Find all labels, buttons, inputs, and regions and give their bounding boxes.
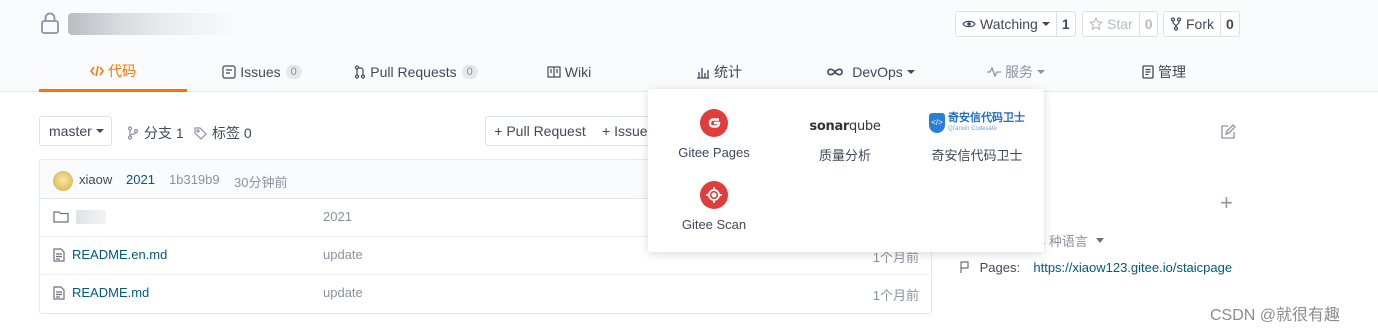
- file-icon: [53, 248, 65, 265]
- document-icon: [1142, 65, 1154, 79]
- tab-code[interactable]: 代码: [39, 52, 187, 92]
- menu-item-label: 质量分析: [818, 148, 871, 163]
- file-name[interactable]: README.md: [72, 285, 149, 300]
- qianxin-logo-cn: 奇安信代码卫士: [948, 112, 1025, 124]
- tag-icon: [194, 126, 207, 140]
- qianxin-logo: </> 奇安信代码卫士 Qi'anxin Codesafe: [929, 112, 1025, 133]
- code-icon: [90, 65, 104, 77]
- sonarqube-logo-text: sonarqube: [809, 119, 881, 134]
- languages-label: 4 种语言: [1038, 234, 1088, 249]
- star-icon: [1089, 17, 1103, 31]
- tab-label: 管理: [1158, 64, 1186, 80]
- qianxin-logo-en: Qi'anxin Codesafe: [948, 126, 997, 132]
- fork-count: 0: [1220, 12, 1239, 36]
- tab-label: 服务: [1005, 64, 1033, 80]
- lock-icon: [39, 12, 61, 34]
- branch-icon: [127, 126, 139, 140]
- pages-info: Pages: https://xiaow123.gitee.io/staicpa…: [960, 258, 1250, 279]
- folder-name-redacted: [76, 210, 106, 224]
- flag-icon: [960, 260, 970, 279]
- star-label: Star: [1107, 16, 1133, 32]
- tab-label: Wiki: [564, 64, 592, 80]
- issues-icon: [222, 65, 236, 79]
- tab-label: DevOps: [852, 64, 903, 80]
- file-icon: [53, 286, 65, 303]
- pages-label: Pages:: [979, 260, 1021, 275]
- repo-header: Watching 1 Star 0 Fork 0 代码 Issues 0 Pul…: [0, 0, 1378, 92]
- gitee-pages-icon: [700, 109, 728, 137]
- fork-label: Fork: [1186, 16, 1214, 32]
- edit-icon[interactable]: [1220, 124, 1236, 143]
- commit-time: 30分钟前: [234, 175, 288, 190]
- file-commit-message[interactable]: 2021: [323, 209, 352, 224]
- tab-wiki[interactable]: Wiki: [544, 52, 594, 92]
- chevron-down-icon: [1041, 22, 1050, 26]
- pulse-icon: [987, 67, 1001, 77]
- menu-item-qianxin-codesafe[interactable]: </> 奇安信代码卫士 Qi'anxin Codesafe 奇安信代码卫士: [912, 109, 1042, 179]
- file-commit-message[interactable]: update: [323, 247, 363, 262]
- watermark: CSDN @就很有趣: [1210, 307, 1341, 324]
- tab-issues[interactable]: Issues 0: [222, 52, 302, 92]
- star-count: 0: [1138, 12, 1158, 36]
- chevron-down-icon: [1095, 238, 1104, 243]
- watch-count: 1: [1055, 12, 1075, 36]
- sonarqube-logo: sonarqube: [809, 117, 880, 134]
- menu-item-quality-analysis[interactable]: sonarqube 质量分析: [780, 109, 910, 179]
- tab-label: 代码: [108, 62, 136, 79]
- file-commit-message[interactable]: update: [323, 285, 363, 300]
- tab-services[interactable]: 服务: [985, 52, 1047, 92]
- infinity-icon: [825, 67, 845, 77]
- pull-request-icon: [354, 65, 366, 79]
- watch-label: Watching: [980, 16, 1038, 32]
- services-dropdown-menu: Gitee Pages sonarqube 质量分析 </> 奇安信代码卫士 Q…: [648, 89, 1044, 252]
- pages-url-link[interactable]: https://xiaow123.gitee.io/staicpage: [1033, 260, 1232, 275]
- star-button[interactable]: Star 0: [1082, 11, 1159, 37]
- chevron-down-icon: [906, 70, 915, 74]
- new-issue-button[interactable]: + Issue: [594, 116, 654, 146]
- repo-name-redacted: [68, 13, 238, 35]
- book-icon: [547, 66, 561, 78]
- menu-item-label: 奇安信代码卫士: [931, 148, 1023, 163]
- commit-author[interactable]: xiaow: [79, 172, 112, 187]
- branches-link[interactable]: 分支 1: [127, 123, 184, 143]
- fork-button[interactable]: Fork 0: [1163, 11, 1240, 37]
- tab-label: 统计: [714, 64, 742, 80]
- pull-requests-count-badge: 0: [461, 65, 478, 79]
- languages-dropdown[interactable]: 4 种语言: [1038, 231, 1104, 250]
- commit-message[interactable]: 2021: [126, 172, 155, 187]
- issues-count-badge: 0: [285, 65, 302, 79]
- new-pull-request-button[interactable]: + Pull Request: [485, 116, 595, 146]
- eye-icon: [962, 20, 976, 28]
- branches-label: 分支 1: [144, 125, 184, 141]
- file-name[interactable]: README.en.md: [72, 247, 167, 262]
- tab-pull-requests[interactable]: Pull Requests 0: [354, 52, 478, 92]
- avatar[interactable]: [53, 171, 73, 191]
- shield-icon: </>: [929, 112, 945, 133]
- file-time: 1个月前: [872, 288, 919, 303]
- tags-label: 标签 0: [212, 125, 252, 141]
- folder-icon: [53, 210, 69, 226]
- menu-item-gitee-pages[interactable]: Gitee Pages: [649, 109, 779, 179]
- commit-sha[interactable]: 1b319b9: [169, 172, 220, 187]
- menu-item-label: Gitee Pages: [678, 145, 750, 160]
- fork-icon: [1170, 17, 1182, 31]
- tab-statistics[interactable]: 统计: [694, 52, 744, 92]
- chevron-down-icon: [1037, 70, 1045, 74]
- branch-select-value: master: [49, 123, 92, 139]
- tab-devops[interactable]: DevOps: [825, 52, 915, 92]
- tab-label: Pull Requests: [370, 64, 457, 80]
- tab-manage[interactable]: 管理: [1139, 52, 1189, 92]
- bar-chart-icon: [696, 66, 710, 79]
- menu-item-gitee-scan[interactable]: Gitee Scan: [649, 181, 779, 251]
- chevron-down-icon: [95, 129, 104, 133]
- menu-item-label: Gitee Scan: [681, 217, 747, 232]
- tab-label: Issues: [240, 64, 281, 80]
- watch-button[interactable]: Watching 1: [955, 11, 1076, 37]
- plus-icon[interactable]: +: [1220, 192, 1233, 214]
- table-row[interactable]: README.md update 1个月前: [40, 275, 931, 313]
- branch-select[interactable]: master: [39, 116, 112, 146]
- tags-link[interactable]: 标签 0: [194, 123, 252, 143]
- gitee-scan-icon: [700, 181, 728, 209]
